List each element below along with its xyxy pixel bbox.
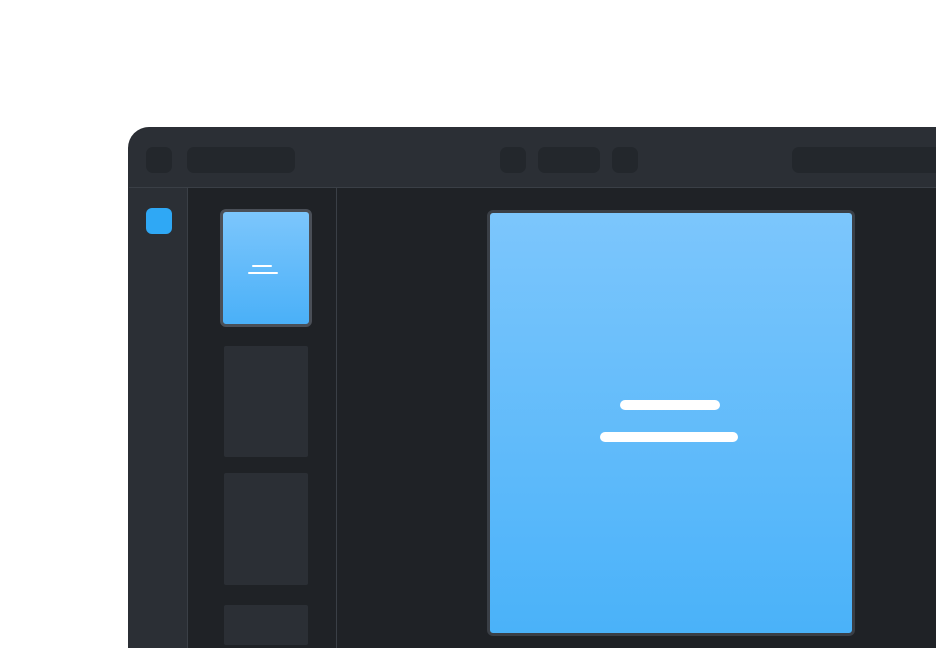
view-mode-button[interactable] [538, 147, 600, 173]
slide-thumbnail[interactable] [224, 605, 308, 645]
app-logo-icon[interactable] [146, 208, 172, 234]
slide-thumbnail[interactable] [224, 346, 308, 457]
previous-button[interactable] [500, 147, 526, 173]
slide-title-placeholder[interactable] [620, 400, 720, 410]
thumbnail-subtitle-line [248, 272, 278, 274]
thumbnail-title-line [252, 265, 272, 267]
left-rail [129, 188, 188, 648]
menu-icon[interactable] [146, 147, 172, 173]
next-button[interactable] [612, 147, 638, 173]
document-title-placeholder[interactable] [187, 147, 295, 173]
slide-canvas [337, 188, 936, 648]
slide-thumbnail-selected[interactable] [220, 209, 312, 327]
titlebar [129, 128, 936, 188]
slide-thumbnail[interactable] [224, 473, 308, 585]
app-window [129, 128, 936, 648]
slide-thumbnail-panel [188, 188, 337, 648]
slide-subtitle-placeholder[interactable] [600, 432, 738, 442]
search-input[interactable] [792, 147, 936, 173]
current-slide[interactable] [487, 210, 855, 636]
